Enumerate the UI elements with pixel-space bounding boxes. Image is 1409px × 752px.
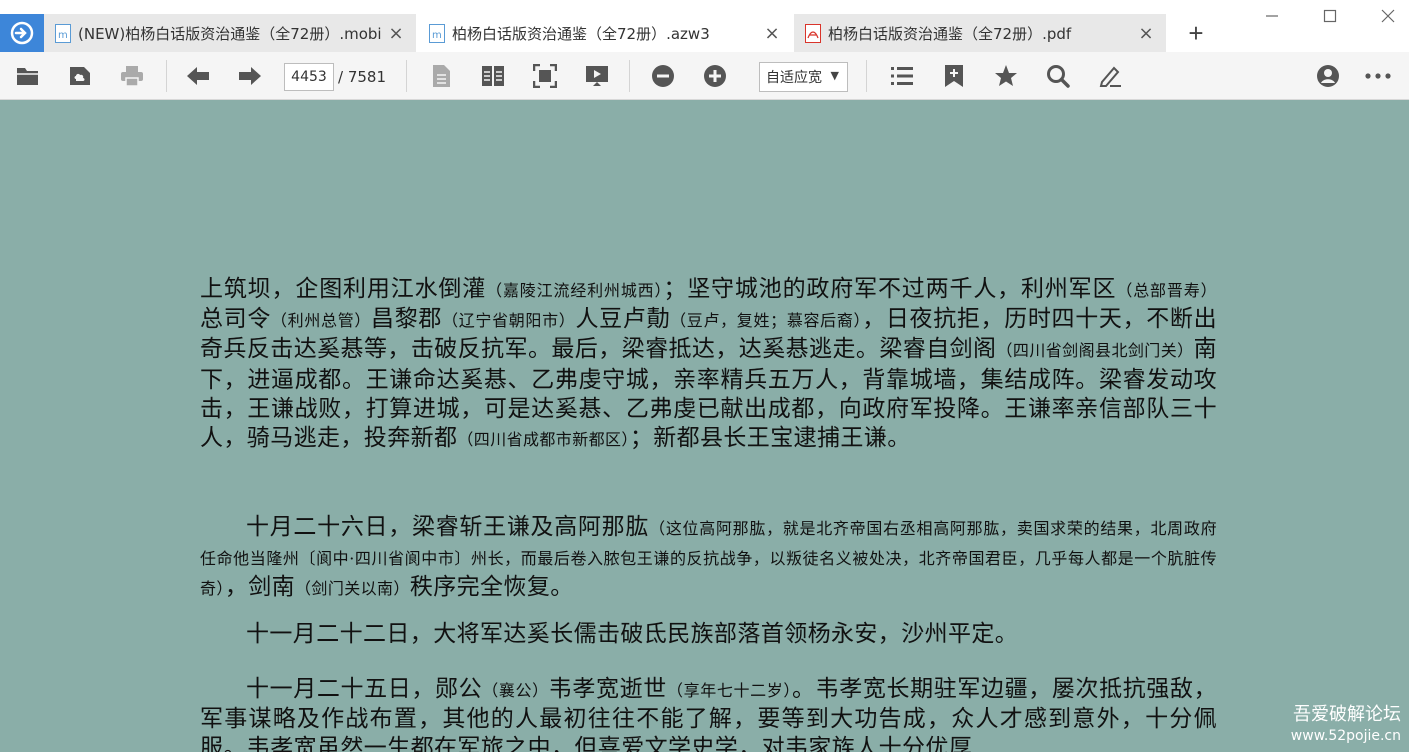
document-text: 上筑坝，企图利用江水倒灌（嘉陵江流经利州城西）；坚守城池的政府军不过两千人，利州… bbox=[200, 275, 1217, 454]
tab-label: 柏杨白话版资治通鉴（全72册）.azw3 bbox=[452, 24, 710, 43]
zoom-out-icon[interactable] bbox=[649, 62, 677, 90]
list-icon[interactable] bbox=[888, 62, 916, 90]
close-icon[interactable]: × bbox=[1136, 23, 1156, 44]
slideshow-icon[interactable] bbox=[583, 62, 611, 90]
paragraph: 十月二十六日，梁睿斩王谦及高阿那肱（这位高阿那肱，就是北齐帝国右丞相高阿那肱，卖… bbox=[200, 514, 1217, 601]
cloud-save-icon[interactable] bbox=[66, 62, 94, 90]
document-text: 十月二十六日，梁睿斩王谦及高阿那肱（这位高阿那肱，就是北齐帝国右丞相高阿那肱，卖… bbox=[200, 513, 1217, 604]
zoom-value: 自适应宽 bbox=[766, 70, 822, 86]
page-number-input[interactable]: 4453 bbox=[284, 63, 334, 91]
toolbar-divider bbox=[866, 60, 867, 92]
close-icon[interactable]: × bbox=[762, 23, 782, 44]
zoom-select[interactable]: 自适应宽 ▼ bbox=[759, 62, 848, 92]
arrow-right-icon[interactable] bbox=[236, 62, 264, 90]
close-icon[interactable]: × bbox=[386, 23, 406, 44]
more-options-icon[interactable] bbox=[1364, 62, 1392, 90]
app-logo-icon[interactable] bbox=[0, 14, 44, 52]
paragraph: 十一月二十二日，大将军达奚长儒击破氐民族部落首领杨永安，沙州平定。 bbox=[246, 621, 1019, 647]
single-page-icon[interactable] bbox=[427, 62, 455, 90]
azw3-file-icon: m bbox=[428, 23, 446, 43]
tab-pdf[interactable]: 柏杨白话版资治通鉴（全72册）.pdf × bbox=[794, 14, 1166, 52]
mobi-file-icon: m bbox=[54, 23, 72, 43]
pdf-file-icon bbox=[804, 23, 822, 43]
arrow-left-icon[interactable] bbox=[184, 62, 212, 90]
add-bookmark-icon[interactable] bbox=[940, 62, 968, 90]
zoom-in-icon[interactable] bbox=[701, 62, 729, 90]
search-icon[interactable] bbox=[1044, 62, 1072, 90]
close-window-icon[interactable] bbox=[1374, 4, 1402, 28]
print-icon[interactable] bbox=[118, 62, 146, 90]
user-account-icon[interactable] bbox=[1314, 62, 1342, 90]
svg-text:m: m bbox=[58, 30, 68, 41]
paragraph: 上筑坝，企图利用江水倒灌（嘉陵江流经利州城西）；坚守城池的政府军不过两千人，利州… bbox=[200, 276, 1217, 452]
new-tab-button[interactable]: + bbox=[1182, 20, 1210, 48]
watermark-title: 吾爱破解论坛 bbox=[1293, 704, 1401, 725]
toolbar-divider bbox=[629, 60, 630, 92]
tab-label: 柏杨白话版资治通鉴（全72册）.pdf bbox=[828, 24, 1072, 43]
open-folder-icon[interactable] bbox=[14, 62, 42, 90]
minimize-icon[interactable] bbox=[1258, 4, 1286, 28]
tab-azw3[interactable]: m 柏杨白话版资治通鉴（全72册）.azw3 × bbox=[418, 14, 792, 52]
paragraph: 十一月二十五日，郧公（襄公）韦孝宽逝世（享年七十二岁）。韦孝宽长期驻军边疆，屡次… bbox=[200, 676, 1218, 752]
page-total: / 7581 bbox=[338, 68, 386, 86]
watermark: 吾爱破解论坛 www.52pojie.cn bbox=[1291, 700, 1401, 744]
tab-bar: m (NEW)柏杨白话版资治通鉴（全72册）.mobi × m 柏杨白话版资治通… bbox=[0, 0, 1409, 52]
toolbar: 4453 / 7581 自适应宽 ▼ bbox=[0, 52, 1409, 100]
star-icon[interactable] bbox=[992, 62, 1020, 90]
annotate-pen-icon[interactable] bbox=[1096, 62, 1124, 90]
watermark-url: www.52pojie.cn bbox=[1290, 728, 1401, 744]
chevron-down-icon: ▼ bbox=[830, 69, 839, 82]
maximize-icon[interactable] bbox=[1316, 4, 1344, 28]
tab-mobi[interactable]: m (NEW)柏杨白话版资治通鉴（全72册）.mobi × bbox=[44, 14, 416, 52]
tab-label: (NEW)柏杨白话版资治通鉴（全72册）.mobi bbox=[78, 24, 382, 43]
document-view[interactable]: 上筑坝，企图利用江水倒灌（嘉陵江流经利州城西）；坚守城池的政府军不过两千人，利州… bbox=[0, 101, 1409, 752]
double-page-icon[interactable] bbox=[479, 62, 507, 90]
fit-screen-icon[interactable] bbox=[531, 62, 559, 90]
document-text: 十一月二十五日，郧公（襄公）韦孝宽逝世（享年七十二岁）。韦孝宽长期驻军边疆，屡次… bbox=[200, 675, 1217, 752]
toolbar-divider bbox=[166, 60, 167, 92]
svg-text:m: m bbox=[432, 30, 442, 41]
toolbar-divider bbox=[406, 60, 407, 92]
document-text: 十一月二十二日，大将军达奚长儒击破氐民族部落首领杨永安，沙州平定。 bbox=[200, 620, 1217, 649]
